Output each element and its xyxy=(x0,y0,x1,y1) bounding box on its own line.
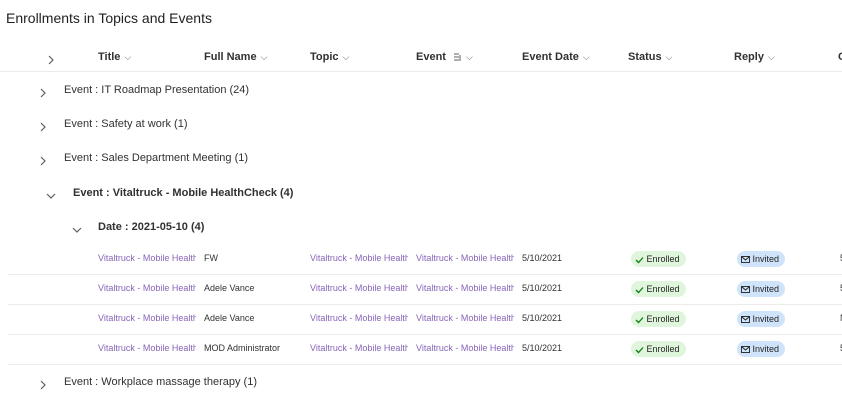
status-badge: Enrolled xyxy=(631,311,686,327)
title-link[interactable]: Vitaltruck - Mobile HealthCheck xyxy=(98,343,196,353)
topic-link[interactable]: Vitaltruck - Mobile HealthCheck xyxy=(310,253,408,263)
event-link[interactable]: Vitaltruck - Mobile HealthCheck xyxy=(416,253,514,263)
chevron-right-icon[interactable] xyxy=(38,118,52,132)
table-row[interactable]: Vitaltruck - Mobile HealthCheck Adele Va… xyxy=(8,274,842,305)
full-name-cell: Adele Vance xyxy=(204,313,255,323)
event-date-cell: 5/10/2021 xyxy=(522,343,563,353)
table-row[interactable]: Vitaltruck - Mobile HealthCheck MOD Admi… xyxy=(8,334,842,365)
reply-badge: Invited xyxy=(737,341,786,357)
checkmark-icon xyxy=(635,284,644,294)
column-header-title[interactable]: Title ⌵ xyxy=(98,51,131,63)
chevron-right-icon[interactable] xyxy=(38,84,52,98)
checkmark-icon xyxy=(635,344,644,354)
title-link[interactable]: Vitaltruck - Mobile HealthCheck xyxy=(98,283,196,293)
column-header-event-date[interactable]: Event Date ⌵ xyxy=(522,51,590,63)
reply-badge: Invited xyxy=(737,311,786,327)
chevron-down-icon: ⌵ xyxy=(124,52,132,62)
title-link[interactable]: Vitaltruck - Mobile HealthCheck xyxy=(98,313,196,323)
chevron-right-icon[interactable] xyxy=(38,152,52,166)
reply-badge: Invited xyxy=(737,281,786,297)
chevron-down-icon: ⌵ xyxy=(342,52,350,62)
column-header-topic[interactable]: Topic ⌵ xyxy=(310,51,349,63)
event-date-cell: 5/10/2021 xyxy=(522,283,563,293)
mail-icon xyxy=(741,254,750,264)
column-header-reply[interactable]: Reply ⌵ xyxy=(734,51,775,63)
event-link[interactable]: Vitaltruck - Mobile HealthCheck xyxy=(416,343,514,353)
status-badge: Enrolled xyxy=(631,251,686,267)
column-header-status[interactable]: Status ⌵ xyxy=(628,51,672,63)
status-badge: Enrolled xyxy=(631,341,686,357)
chevron-down-icon[interactable] xyxy=(46,187,60,201)
column-header-full-name[interactable]: Full Name ⌵ xyxy=(204,51,267,63)
chevron-down-icon: ⌵ xyxy=(582,52,590,62)
status-badge: Enrolled xyxy=(631,281,686,297)
event-date-cell: 5/10/2021 xyxy=(522,253,563,263)
chevron-down-icon: ⌵ xyxy=(767,52,775,62)
group-header-vitaltruck[interactable]: Event : Vitaltruck - Mobile HealthCheck … xyxy=(73,187,293,199)
group-header-sales[interactable]: Event : Sales Department Meeting (1) xyxy=(64,152,248,164)
page-title: Enrollments in Topics and Events xyxy=(6,10,212,26)
column-header-row: Title ⌵ Full Name ⌵ Topic ⌵ Event ⌵ Event D… xyxy=(0,43,842,72)
full-name-cell: FW xyxy=(204,253,218,263)
chevron-down-icon: ⌵ xyxy=(466,52,473,62)
group-header-date[interactable]: Date : 2021-05-10 (4) xyxy=(98,221,204,233)
topic-link[interactable]: Vitaltruck - Mobile HealthCheck xyxy=(310,283,408,293)
event-link[interactable]: Vitaltruck - Mobile HealthCheck xyxy=(416,283,514,293)
mail-icon xyxy=(741,314,750,324)
column-header-event[interactable]: Event ⌵ xyxy=(416,51,473,63)
topic-link[interactable]: Vitaltruck - Mobile HealthCheck xyxy=(310,343,408,353)
checkmark-icon xyxy=(635,314,644,324)
chevron-down-icon[interactable] xyxy=(72,221,86,235)
group-header-it-roadmap[interactable]: Event : IT Roadmap Presentation (24) xyxy=(64,84,249,96)
full-name-cell: MOD Administrator xyxy=(204,343,281,353)
checkmark-icon xyxy=(635,254,644,264)
table-row[interactable]: Vitaltruck - Mobile HealthCheck FW Vital… xyxy=(8,244,842,275)
title-link[interactable]: Vitaltruck - Mobile HealthCheck xyxy=(98,253,196,263)
mail-icon xyxy=(741,344,750,354)
reply-badge: Invited xyxy=(737,251,786,267)
group-header-safety[interactable]: Event : Safety at work (1) xyxy=(64,118,188,130)
group-header-massage[interactable]: Event : Workplace massage therapy (1) xyxy=(64,376,257,388)
topic-link[interactable]: Vitaltruck - Mobile HealthCheck xyxy=(310,313,408,323)
mail-icon xyxy=(741,284,750,294)
event-link[interactable]: Vitaltruck - Mobile HealthCheck xyxy=(416,313,514,323)
chevron-down-icon: ⌵ xyxy=(665,52,673,62)
group-by-icon xyxy=(453,51,462,63)
table-row[interactable]: Vitaltruck - Mobile HealthCheck Adele Va… xyxy=(8,304,842,335)
full-name-cell: Adele Vance xyxy=(204,283,255,293)
expand-all-chevron-icon[interactable] xyxy=(46,51,60,65)
column-header-truncated[interactable]: C xyxy=(838,51,842,63)
event-date-cell: 5/10/2021 xyxy=(522,313,563,323)
chevron-right-icon[interactable] xyxy=(38,376,52,390)
chevron-down-icon: ⌵ xyxy=(260,52,268,62)
